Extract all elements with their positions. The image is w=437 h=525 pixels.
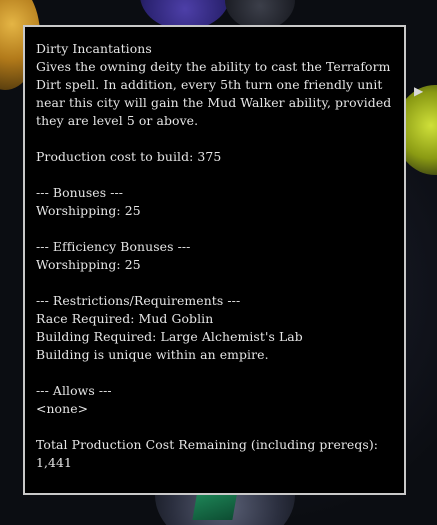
efficiency-bonuses-header: --- Efficiency Bonuses --- bbox=[36, 239, 191, 254]
unique-note: Building is unique within an empire. bbox=[36, 347, 269, 362]
allows-header: --- Allows --- bbox=[36, 383, 112, 398]
production-cost: Production cost to build: 375 bbox=[36, 149, 222, 164]
allows-value: <none> bbox=[36, 401, 89, 416]
total-cost-label: Total Production Cost Remaining (includi… bbox=[36, 437, 379, 452]
description-line: near this city will gain the Mud Walker … bbox=[36, 95, 392, 110]
building-required: Building Required: Large Alchemist's Lab bbox=[36, 329, 303, 344]
tooltip-title: Dirty Incantations bbox=[36, 41, 152, 56]
description-line: Dirt spell. In addition, every 5th turn … bbox=[36, 77, 383, 92]
play-triangle-icon: ▶ bbox=[414, 84, 424, 98]
bonuses-header: --- Bonuses --- bbox=[36, 185, 124, 200]
efficiency-bonuses-value: Worshipping: 25 bbox=[36, 257, 141, 272]
race-required: Race Required: Mud Goblin bbox=[36, 311, 214, 326]
building-tooltip: Dirty Incantations Gives the owning deit… bbox=[23, 25, 406, 495]
description-line: Gives the owning deity the ability to ca… bbox=[36, 59, 391, 74]
bonuses-value: Worshipping: 25 bbox=[36, 203, 141, 218]
total-cost-value: 1,441 bbox=[36, 455, 72, 470]
description-line: they are level 5 or above. bbox=[36, 113, 199, 128]
restrictions-header: --- Restrictions/Requirements --- bbox=[36, 293, 241, 308]
